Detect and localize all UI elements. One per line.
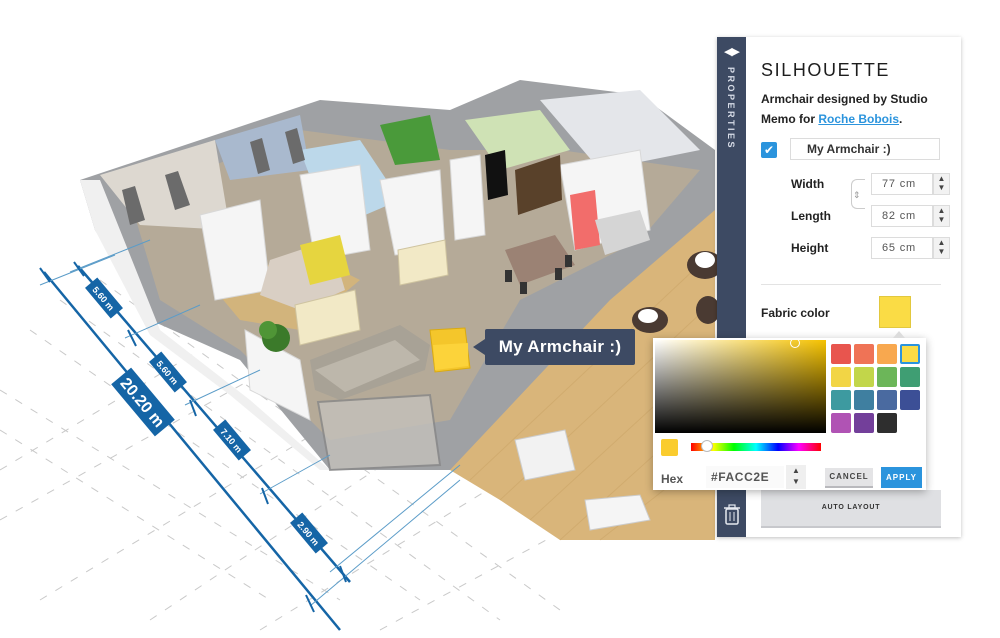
hue-slider-handle[interactable] <box>700 440 713 452</box>
palette-swatch[interactable] <box>900 344 920 364</box>
hue-slider[interactable] <box>691 440 821 452</box>
palette-swatch[interactable] <box>877 344 897 364</box>
dimension-row-length: Length 82 cm ▲ ▼ <box>791 205 950 229</box>
auto-layout-button[interactable]: AUTO LAYOUT <box>761 490 941 528</box>
brand-link[interactable]: Roche Bobois <box>818 112 899 126</box>
object-title: SILHOUETTE <box>761 60 891 80</box>
building-model <box>80 80 723 541</box>
palette-swatch[interactable] <box>854 367 874 387</box>
length-input[interactable]: 82 cm <box>871 205 933 227</box>
palette-swatch[interactable] <box>900 390 920 410</box>
description-suffix: . <box>899 112 903 126</box>
dimension-row-width: Width 77 cm ▲ ▼ <box>791 173 950 197</box>
collapse-expand-icon[interactable]: ◀▶ <box>717 43 746 61</box>
palette-swatch[interactable] <box>831 344 851 364</box>
palette-swatch[interactable] <box>854 390 874 410</box>
color-palette <box>831 344 923 433</box>
length-label: Length <box>791 209 831 223</box>
hex-label: Hex <box>661 472 684 486</box>
divider <box>761 284 941 285</box>
dimension-row-height: Height 65 cm ▲ ▼ <box>791 237 950 261</box>
current-color-swatch <box>661 439 678 456</box>
palette-swatch[interactable] <box>831 367 851 387</box>
width-label: Width <box>791 177 825 191</box>
hex-stepper[interactable]: ▲ ▼ <box>786 465 806 489</box>
trash-icon[interactable] <box>721 503 743 527</box>
object-tooltip: My Armchair :) <box>473 329 635 365</box>
tooltip-label: My Armchair :) <box>498 337 622 356</box>
palette-swatch[interactable] <box>854 344 874 364</box>
width-stepper[interactable]: ▲ ▼ <box>933 173 950 195</box>
height-label: Height <box>791 241 829 255</box>
palette-swatch[interactable] <box>854 413 874 433</box>
height-input[interactable]: 65 cm <box>871 237 933 259</box>
palette-swatch[interactable] <box>877 413 897 433</box>
object-name-input[interactable] <box>790 138 940 160</box>
length-stepper[interactable]: ▲ ▼ <box>933 205 950 227</box>
visibility-checkbox[interactable]: ✔ <box>761 142 777 158</box>
object-description: Armchair designed by Studio Memo for Roc… <box>761 89 951 129</box>
fabric-color-label: Fabric color <box>761 306 830 320</box>
apply-button[interactable]: APPLY <box>881 467 922 488</box>
hex-input[interactable]: #FACC2E <box>706 466 784 488</box>
height-stepper[interactable]: ▲ ▼ <box>933 237 950 259</box>
palette-swatch[interactable] <box>831 413 851 433</box>
saturation-handle[interactable] <box>790 338 800 348</box>
width-input[interactable]: 77 cm <box>871 173 933 195</box>
saturation-value-area[interactable] <box>655 338 826 433</box>
cancel-button[interactable]: CANCEL <box>825 468 873 488</box>
color-picker-popup: Hex #FACC2E ▲ ▼ CANCEL APPLY <box>653 331 926 490</box>
palette-swatch[interactable] <box>900 367 920 387</box>
fabric-color-swatch[interactable] <box>879 296 911 328</box>
palette-swatch[interactable] <box>831 390 851 410</box>
palette-swatch[interactable] <box>877 390 897 410</box>
properties-tab-label[interactable]: PROPERTIES <box>720 67 742 177</box>
palette-swatch[interactable] <box>877 367 897 387</box>
